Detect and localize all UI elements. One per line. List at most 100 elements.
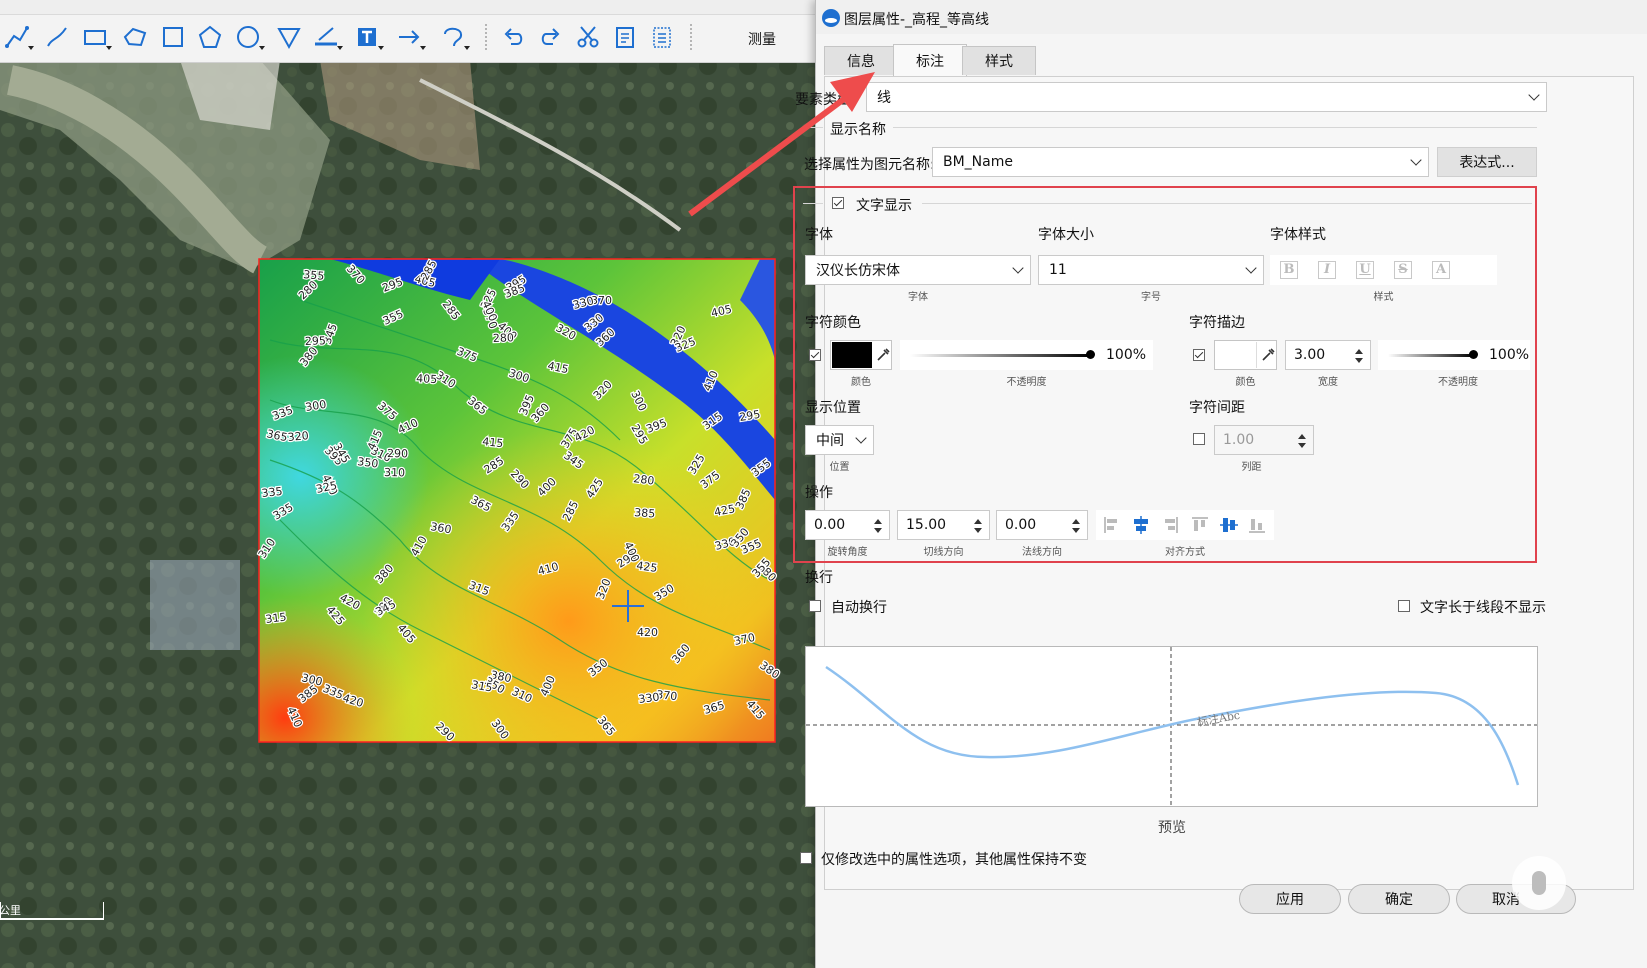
freehand-icon[interactable] — [42, 22, 72, 52]
text-display-label: 文字显示 — [856, 198, 912, 214]
ruler-icon[interactable] — [311, 22, 343, 52]
char-color-sub: 颜色 — [851, 377, 871, 388]
hide-long-label: 文字长于线段不显示 — [1420, 600, 1546, 616]
redo-icon[interactable] — [535, 22, 565, 52]
stroke-color-picker[interactable] — [1214, 340, 1277, 370]
toolbar-top-row — [0, 0, 820, 15]
stroke-opacity-sub: 不透明度 — [1438, 377, 1478, 388]
text-display-checkbox[interactable] — [832, 197, 844, 209]
tangent-value: 15.00 — [906, 517, 947, 533]
name-attribute-select[interactable]: BM_Name — [932, 147, 1429, 177]
scale-bar: 公里 — [0, 902, 104, 920]
tangent-spinner[interactable]: 15.00 — [897, 510, 990, 540]
tab-info[interactable]: 信息 — [824, 46, 898, 75]
dialog-titlebar[interactable]: 图层属性-_高程_等高线 — [816, 0, 1647, 34]
spin-up-icon[interactable] — [974, 519, 982, 524]
spin-up-icon[interactable] — [1072, 519, 1080, 524]
underline-button[interactable]: U — [1352, 259, 1378, 281]
square-icon[interactable] — [158, 22, 188, 52]
font-style-buttons: B I U S A — [1270, 255, 1497, 285]
expression-button[interactable]: 表达式... — [1437, 147, 1537, 177]
char-spacing-value: 1.00 — [1223, 432, 1255, 448]
hide-long-checkbox[interactable] — [1398, 600, 1410, 612]
align-center-h-icon[interactable] — [1134, 516, 1148, 534]
char-spacing-label: 字符间距 — [1189, 400, 1245, 416]
align-right-icon[interactable] — [1165, 517, 1178, 533]
apply-button[interactable]: 应用 — [1239, 884, 1341, 914]
char-stroke-checkbox[interactable] — [1193, 349, 1205, 361]
polygon-icon[interactable] — [120, 22, 150, 52]
italic-button[interactable]: I — [1314, 259, 1340, 281]
display-name-group-label: 显示名称 — [830, 122, 886, 138]
auto-wrap-checkbox[interactable] — [809, 600, 821, 612]
group-divider — [893, 127, 1537, 128]
char-color-picker[interactable] — [830, 340, 892, 370]
spin-down-icon[interactable] — [874, 528, 882, 533]
spin-down-icon[interactable] — [1355, 358, 1363, 363]
triangle-icon[interactable] — [274, 22, 304, 52]
feature-type-select[interactable]: 线 — [866, 82, 1547, 112]
contour-label: 320 — [287, 429, 309, 444]
lasso-icon[interactable] — [438, 22, 470, 52]
clipboard-icon[interactable] — [610, 22, 640, 52]
tangent-sub: 切线方向 — [923, 547, 964, 558]
rectangle-icon[interactable] — [80, 22, 112, 52]
tab-label[interactable]: 标注 — [893, 44, 967, 77]
list-icon[interactable] — [647, 22, 677, 52]
contour-label: 290 — [387, 447, 408, 460]
char-opacity-slider[interactable]: 100% — [900, 340, 1153, 370]
undo-icon[interactable] — [499, 22, 529, 52]
align-top-icon[interactable] — [1192, 517, 1208, 531]
contour-label: 280 — [633, 472, 655, 487]
align-middle-v-icon[interactable] — [1220, 518, 1238, 532]
shadow-glyph: A — [1432, 261, 1450, 279]
scissors-icon[interactable] — [573, 22, 603, 52]
char-color-checkbox[interactable] — [809, 349, 821, 361]
contour-label: 420 — [637, 626, 658, 639]
char-spacing-checkbox[interactable] — [1193, 433, 1205, 445]
polyline-icon[interactable] — [2, 22, 34, 52]
microphone-icon[interactable] — [1512, 856, 1566, 910]
measure-button[interactable]: 测量 — [748, 29, 776, 49]
stroke-width-spinner[interactable]: 3.00 — [1285, 340, 1371, 370]
char-stroke-label: 字符描边 — [1189, 315, 1245, 331]
only-modify-selected-checkbox[interactable] — [800, 852, 812, 864]
rotation-spinner[interactable]: 0.00 — [805, 510, 890, 540]
slider-knob[interactable] — [1469, 350, 1478, 359]
font-select[interactable]: 汉仪长仿宋体 — [805, 255, 1031, 285]
font-value: 汉仪长仿宋体 — [816, 263, 900, 279]
ok-button[interactable]: 确定 — [1348, 884, 1450, 914]
tab-style[interactable]: 样式 — [962, 46, 1036, 75]
slider-knob[interactable] — [1086, 350, 1095, 359]
chevron-down-icon — [1245, 262, 1257, 274]
align-left-icon[interactable] — [1104, 517, 1117, 533]
wrap-label: 换行 — [805, 570, 833, 586]
align-bottom-icon[interactable] — [1249, 519, 1265, 533]
spin-up-icon[interactable] — [874, 519, 882, 524]
font-sub: 字体 — [908, 292, 928, 303]
position-select[interactable]: 中间 — [805, 425, 874, 455]
eyedropper-icon[interactable] — [875, 347, 891, 363]
arrow-icon[interactable] — [394, 22, 426, 52]
spin-up-icon[interactable] — [1298, 434, 1306, 439]
preview-sample-text: 标注Abc — [1196, 708, 1241, 729]
char-spacing-spinner[interactable]: 1.00 — [1214, 425, 1314, 455]
eyedropper-icon[interactable] — [1260, 347, 1276, 363]
only-modify-selected-label: 仅修改选中的属性选项，其他属性保持不变 — [821, 852, 1087, 868]
strikethrough-button[interactable]: S — [1390, 259, 1416, 281]
bold-button[interactable]: B — [1276, 259, 1302, 281]
pentagon-icon[interactable] — [195, 22, 225, 52]
spin-down-icon[interactable] — [1072, 528, 1080, 533]
spin-down-icon[interactable] — [1298, 443, 1306, 448]
preview-curve — [825, 665, 1520, 786]
shadow-text-button[interactable]: A — [1428, 259, 1454, 281]
circle-icon[interactable] — [233, 22, 265, 52]
text-icon[interactable] — [352, 22, 384, 52]
char-opacity-value: 100% — [1106, 347, 1147, 363]
font-size-select[interactable]: 11 — [1038, 255, 1264, 285]
stroke-opacity-slider[interactable]: 100% — [1378, 340, 1530, 370]
spin-up-icon[interactable] — [1355, 349, 1363, 354]
spin-down-icon[interactable] — [974, 528, 982, 533]
normal-spinner[interactable]: 0.00 — [996, 510, 1088, 540]
contour-label: 385 — [634, 506, 656, 520]
